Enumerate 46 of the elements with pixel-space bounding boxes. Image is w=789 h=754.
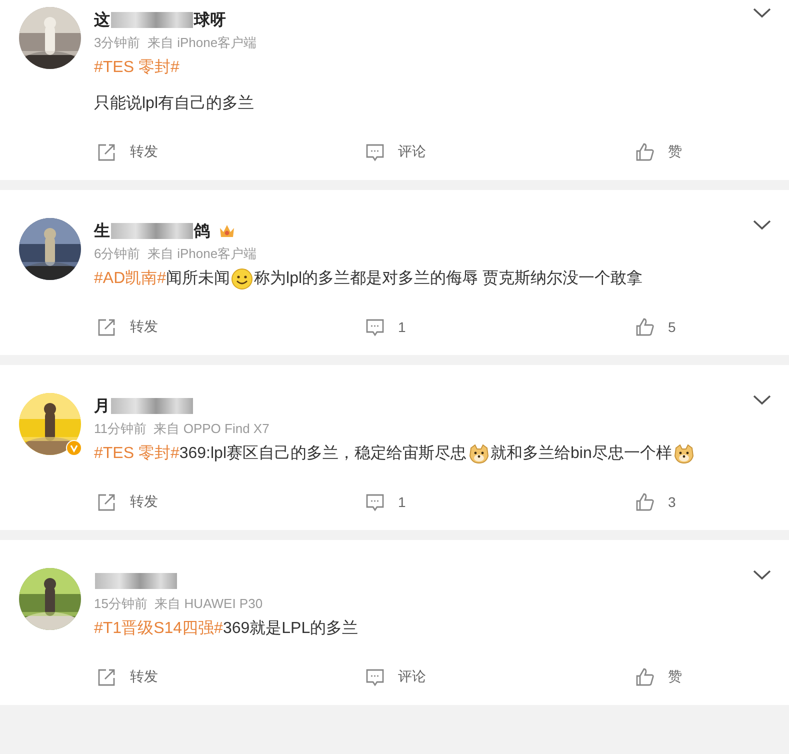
dog-emoji-icon [672, 443, 695, 465]
smile-emoji-icon [231, 268, 254, 290]
chevron-down-icon[interactable] [753, 395, 771, 405]
post-meta: 3分钟前 来自 iPhone客户端 [94, 34, 258, 52]
user-name[interactable]: 生 [94, 220, 110, 242]
comment-icon [365, 142, 385, 162]
thumbs-up-icon [635, 142, 655, 162]
user-name[interactable]: 球呀 [194, 10, 226, 30]
comment-text: 369:lpl赛区自己的多兰，稳定给宙斯尽忠 [179, 444, 467, 464]
share-icon [97, 142, 117, 162]
comment-button[interactable]: 1 [365, 313, 406, 341]
repost-button[interactable]: 转发 [97, 313, 158, 341]
like-button[interactable]: 赞 [635, 663, 682, 691]
comment-button[interactable]: 评论 [365, 663, 426, 691]
like-button[interactable]: 3 [635, 488, 676, 516]
thumbs-up-icon [635, 667, 655, 687]
comment-text: 369就是LPL的多兰 [222, 618, 358, 639]
chevron-down-icon[interactable] [753, 220, 771, 230]
comment-icon [365, 667, 385, 687]
repost-button[interactable]: 转发 [97, 663, 158, 691]
comment-text: 称为lpl的多兰都是对多兰的侮辱 贾克斯纳尔没一个敢拿 [254, 268, 642, 289]
repost-button[interactable]: 转发 [97, 488, 158, 516]
user-name[interactable]: 这 [94, 10, 110, 30]
like-button[interactable]: 赞 [635, 138, 682, 166]
comment-button[interactable]: 评论 [365, 138, 426, 166]
comment-button[interactable]: 1 [365, 488, 406, 516]
user-name[interactable]: 月 [94, 396, 110, 416]
post-meta: 6分钟前 来自 iPhone客户端 [94, 245, 258, 263]
comment-text: 只能说lpl有自己的多兰 [94, 94, 254, 114]
thumbs-up-icon [635, 492, 655, 512]
comment-text: 就和多兰给bin尽忠一个样 [490, 444, 672, 464]
user-name[interactable]: 鸽 [194, 220, 210, 242]
comment-text: 闻所未闻 [166, 268, 230, 289]
share-icon [97, 317, 117, 337]
like-button[interactable]: 5 [635, 313, 676, 341]
thumbs-up-icon [635, 317, 655, 337]
dog-emoji-icon [468, 443, 490, 465]
chevron-down-icon[interactable] [753, 8, 771, 18]
comment-icon [365, 317, 385, 337]
share-icon [97, 667, 117, 687]
chevron-down-icon[interactable] [753, 570, 771, 580]
comment-icon [365, 492, 385, 512]
post-meta: 15分钟前 来自 HUAWEI P30 [94, 595, 264, 613]
repost-button[interactable]: 转发 [97, 138, 158, 166]
share-icon [97, 492, 117, 512]
post-meta: 11分钟前 来自 OPPO Find X7 [94, 420, 270, 438]
